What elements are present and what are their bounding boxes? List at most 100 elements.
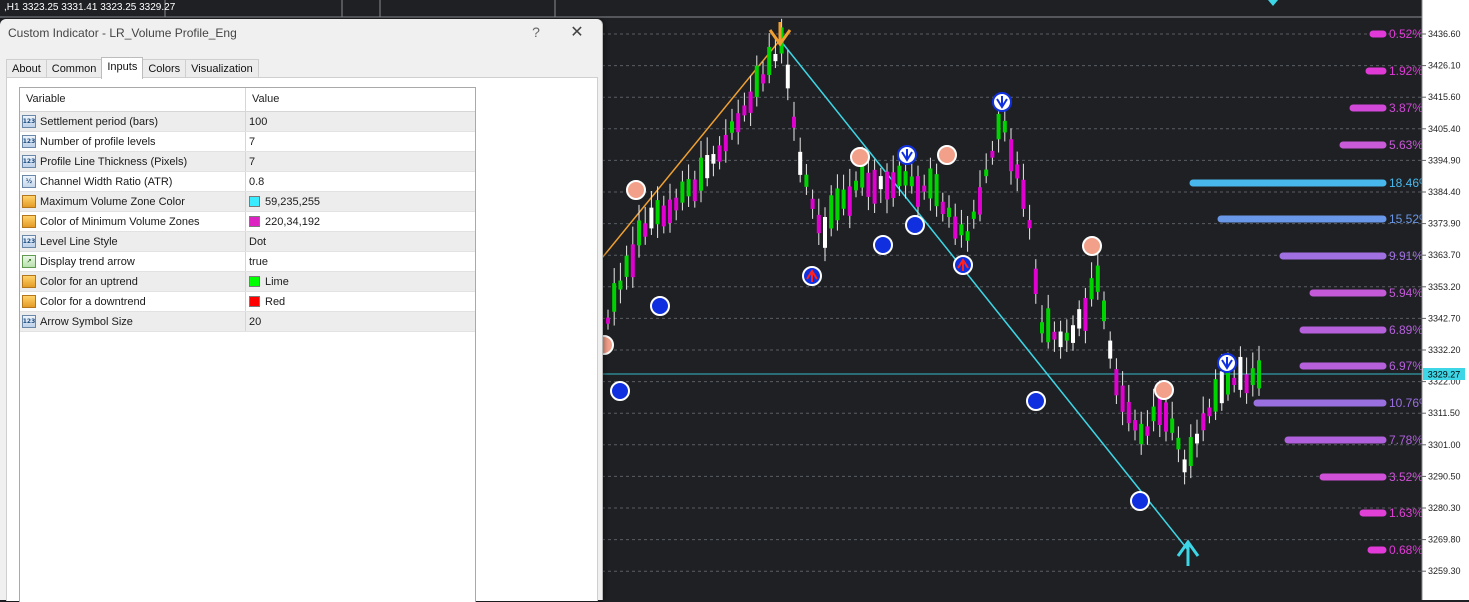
table-row[interactable]: ½ Channel Width Ratio (ATR) 0.8 [20, 172, 475, 192]
candle-body [841, 189, 846, 209]
candle-body [823, 217, 827, 248]
swing-high-marker [1082, 236, 1102, 256]
variable-value[interactable]: 59,235,255 [265, 196, 320, 208]
table-row[interactable]: Color of Minimum Volume Zones 220,34,192 [20, 212, 475, 232]
inputs-table: Variable Value 123 Settlement period (bar… [19, 87, 476, 602]
tab-visualization[interactable]: Visualization [185, 59, 259, 79]
variable-value[interactable]: true [249, 256, 268, 268]
candle-body [680, 181, 685, 203]
candle-body [1114, 369, 1119, 396]
candle-body [661, 205, 666, 227]
candle-body [643, 223, 648, 237]
candle-body [1201, 413, 1206, 431]
variable-cell: 123 Level Line Style [20, 232, 246, 251]
candle-body [1052, 331, 1057, 340]
table-row[interactable]: ↗ Display trend arrow true [20, 252, 475, 272]
table-row[interactable]: 123 Arrow Symbol Size 20 [20, 312, 475, 332]
candle-body [692, 179, 697, 202]
variable-label: Display trend arrow [40, 255, 135, 268]
candle-body [922, 185, 927, 192]
price-label: 3363.70 [1428, 250, 1461, 260]
candle-body [655, 200, 660, 225]
price-label: 3290.50 [1428, 471, 1461, 481]
candle-body [1219, 371, 1224, 404]
table-row[interactable]: Color for a downtrend Red [20, 292, 475, 312]
tab-common[interactable]: Common [45, 59, 103, 79]
value-cell[interactable]: Red [246, 292, 285, 311]
value-cell[interactable]: true [246, 252, 268, 271]
variable-value[interactable]: Lime [265, 276, 289, 288]
variable-value[interactable]: 220,34,192 [265, 216, 320, 228]
color-swatch[interactable] [249, 216, 260, 227]
color-swatch[interactable] [249, 196, 260, 207]
color-swatch[interactable] [249, 276, 260, 287]
table-row[interactable]: 123 Settlement period (bars) 100 [20, 112, 475, 132]
candle-body [878, 176, 883, 190]
candle-body [637, 220, 641, 246]
ohlc-readout: ,H1 3323.25 3331.41 3323.25 3329.27 [4, 2, 176, 13]
variable-column-header[interactable]: Variable [20, 88, 246, 111]
candle-body [996, 113, 1001, 140]
value-cell[interactable]: 0.8 [246, 172, 264, 191]
price-label: 3280.30 [1428, 503, 1461, 513]
candle-body [754, 65, 759, 97]
profile-percent-label: 7.78% [1389, 433, 1423, 447]
variable-value[interactable]: Dot [249, 236, 266, 248]
value-cell[interactable]: 7 [246, 132, 255, 151]
variable-value[interactable]: 100 [249, 116, 267, 128]
candle-body [668, 199, 672, 224]
dialog-titlebar[interactable]: Custom Indicator - LR_Volume Profile_Eng… [0, 19, 602, 47]
value-cell[interactable]: Lime [246, 272, 289, 291]
price-label: 3259.30 [1428, 566, 1461, 576]
tab-about[interactable]: About [6, 59, 47, 79]
table-rows: 123 Settlement period (bars) 100 123 Number … [20, 112, 475, 332]
price-label: 3269.80 [1428, 535, 1461, 545]
tab-colors[interactable]: Colors [142, 59, 187, 79]
color-swatch[interactable] [249, 296, 260, 307]
candle-body [1257, 360, 1261, 389]
variable-value[interactable]: 7 [249, 136, 255, 148]
value-cell[interactable]: Dot [246, 232, 266, 251]
table-row[interactable]: Color for an uptrend Lime [20, 272, 475, 292]
tab-inputs[interactable]: Inputs [101, 57, 144, 79]
candle-body [1002, 120, 1007, 133]
value-column-header[interactable]: Value [246, 88, 279, 111]
candle-body [978, 187, 982, 215]
candle-body [835, 188, 840, 221]
table-row[interactable]: 123 Number of profile levels 7 [20, 132, 475, 152]
candle-body [606, 317, 610, 324]
swing-high-marker [937, 145, 957, 165]
variable-value[interactable]: 20 [249, 316, 261, 328]
candle-body [1108, 340, 1113, 359]
value-cell[interactable]: 20 [246, 312, 261, 331]
variable-value[interactable]: Red [265, 296, 285, 308]
variable-value[interactable]: 7 [249, 156, 255, 168]
value-cell[interactable]: 7 [246, 152, 255, 171]
value-cell[interactable]: 59,235,255 [246, 192, 320, 211]
help-icon[interactable]: ? [528, 24, 544, 40]
candle-body [798, 151, 803, 175]
table-row[interactable]: Maximum Volume Zone Color 59,235,255 [20, 192, 475, 212]
candle-body [1176, 437, 1181, 450]
table-row[interactable]: 123 Profile Line Thickness (Pixels) 7 [20, 152, 475, 172]
variable-label: Arrow Symbol Size [40, 315, 133, 328]
profile-percent-label: 1.63% [1389, 506, 1423, 520]
close-icon[interactable]: ✕ [566, 22, 588, 42]
candle-body [1021, 179, 1026, 209]
value-cell[interactable]: 220,34,192 [246, 212, 320, 231]
table-header: Variable Value [20, 88, 475, 112]
candle-body [903, 171, 908, 186]
swing-low-marker [1026, 391, 1046, 411]
candle-body [618, 280, 623, 290]
candle-body [1244, 374, 1249, 394]
profile-percent-label: 5.63% [1389, 138, 1423, 152]
candle-body [1170, 418, 1175, 433]
value-cell[interactable]: 100 [246, 112, 267, 131]
variable-label: Maximum Volume Zone Color [40, 195, 185, 208]
profile-percent-label: 9.91% [1389, 249, 1423, 263]
price-label: 3405.40 [1428, 124, 1461, 134]
candle-body [965, 231, 970, 241]
table-row[interactable]: 123 Level Line Style Dot [20, 232, 475, 252]
variable-label: Color for an uptrend [40, 275, 138, 288]
variable-value[interactable]: 0.8 [249, 176, 264, 188]
